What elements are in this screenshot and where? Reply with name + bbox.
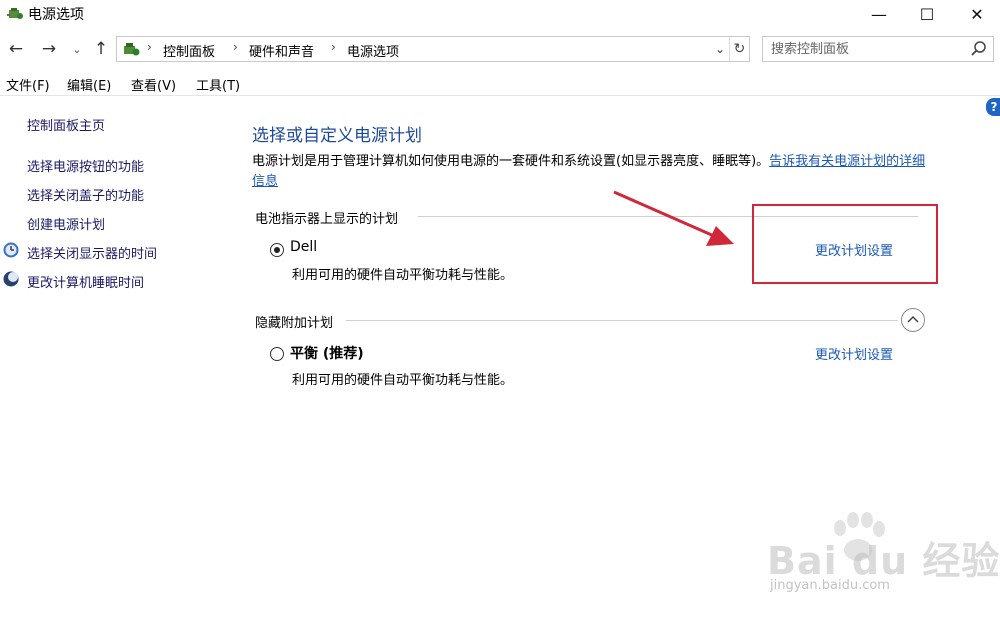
control-panel-icon	[124, 43, 140, 56]
refresh-icon[interactable]: ↻	[729, 37, 749, 61]
plan-radio-balanced[interactable]	[270, 347, 284, 361]
breadcrumb-separator[interactable]: ›	[331, 40, 336, 54]
menu-bar: 文件(F) 编辑(E) 查看(V) 工具(T)	[0, 70, 1000, 96]
forward-button[interactable]: →	[38, 37, 60, 61]
sidebar-item-create-plan[interactable]: 创建电源计划	[27, 214, 105, 233]
plan-radio-dell[interactable]	[270, 243, 284, 257]
plan-description-dell: 利用可用的硬件自动平衡功耗与性能。	[292, 268, 514, 283]
battery-group-label: 电池指示器上显示的计划	[255, 212, 399, 227]
menu-edit[interactable]: 编辑(E)	[67, 75, 111, 94]
search-box[interactable]	[762, 36, 994, 62]
back-button[interactable]: ←	[5, 37, 27, 61]
search-input[interactable]	[771, 40, 961, 58]
moon-icon	[3, 271, 19, 287]
hidden-group-label: 隐藏附加计划	[255, 316, 334, 331]
menu-tools[interactable]: 工具(T)	[196, 75, 240, 94]
plan-description-balanced: 利用可用的硬件自动平衡功耗与性能。	[292, 373, 514, 388]
page-description: 电源计划是用于管理计算机如何使用电源的一套硬件和系统设置(如显示器亮度、睡眠等)…	[252, 152, 932, 192]
close-button[interactable]: ✕	[954, 0, 1000, 28]
address-bar[interactable]: › 控制面板 › 硬件和声音 › 电源选项 ⌄ ↻	[116, 36, 750, 62]
page-title: 选择或自定义电源计划	[252, 126, 422, 146]
sidebar-item-lid-close[interactable]: 选择关闭盖子的功能	[27, 185, 144, 204]
plan-name-balanced[interactable]: 平衡 (推荐)	[290, 343, 364, 363]
breadcrumb-control-panel[interactable]: 控制面板	[163, 41, 215, 60]
menu-view[interactable]: 查看(V)	[131, 75, 176, 94]
breadcrumb-hardware-sound[interactable]: 硬件和声音	[249, 41, 314, 60]
help-icon[interactable]: ?	[986, 98, 1000, 116]
search-icon[interactable]	[969, 39, 989, 59]
window-title: 电源选项	[28, 7, 84, 23]
maximize-button[interactable]: ☐	[904, 0, 950, 28]
up-button[interactable]: ↑	[90, 37, 112, 61]
sidebar-item-control-panel-home[interactable]: 控制面板主页	[27, 115, 105, 134]
sidebar-item-power-button[interactable]: 选择电源按钮的功能	[27, 156, 144, 175]
annotation-highlight-box	[752, 204, 938, 284]
plan-name-dell[interactable]: Dell	[290, 239, 317, 255]
group-divider	[346, 320, 898, 321]
title-bar: 电源选项 — ☐ ✕	[0, 0, 1000, 28]
sidebar-item-display-off[interactable]: 选择关闭显示器的时间	[27, 243, 157, 262]
address-row: ← → ⌄ ↑ › 控制面板 › 硬件和声音 › 电源选项 ⌄ ↻	[0, 32, 1000, 66]
chevron-up-icon[interactable]	[901, 308, 925, 332]
description-text: 电源计划是用于管理计算机如何使用电源的一套硬件和系统设置(如显示器亮度、睡眠等)…	[252, 154, 770, 169]
chevron-down-icon[interactable]: ⌄	[711, 39, 729, 59]
change-plan-settings-link-balanced[interactable]: 更改计划设置	[815, 344, 893, 363]
watermark-url: jingyan.baidu.com	[770, 578, 890, 593]
sidebar-item-sleep-time[interactable]: 更改计算机睡眠时间	[27, 272, 144, 291]
power-options-icon	[7, 8, 23, 19]
breadcrumb-separator: ›	[147, 40, 152, 54]
monitor-icon	[3, 242, 19, 258]
recent-locations-button[interactable]: ⌄	[66, 37, 88, 61]
minimize-button[interactable]: —	[856, 0, 902, 28]
watermark-text: Bai du 经验	[767, 539, 1000, 583]
breadcrumb-separator[interactable]: ›	[233, 40, 238, 54]
breadcrumb-power-options[interactable]: 电源选项	[347, 41, 399, 60]
annotation-arrow-icon	[613, 190, 734, 246]
menu-file[interactable]: 文件(F)	[6, 75, 50, 94]
